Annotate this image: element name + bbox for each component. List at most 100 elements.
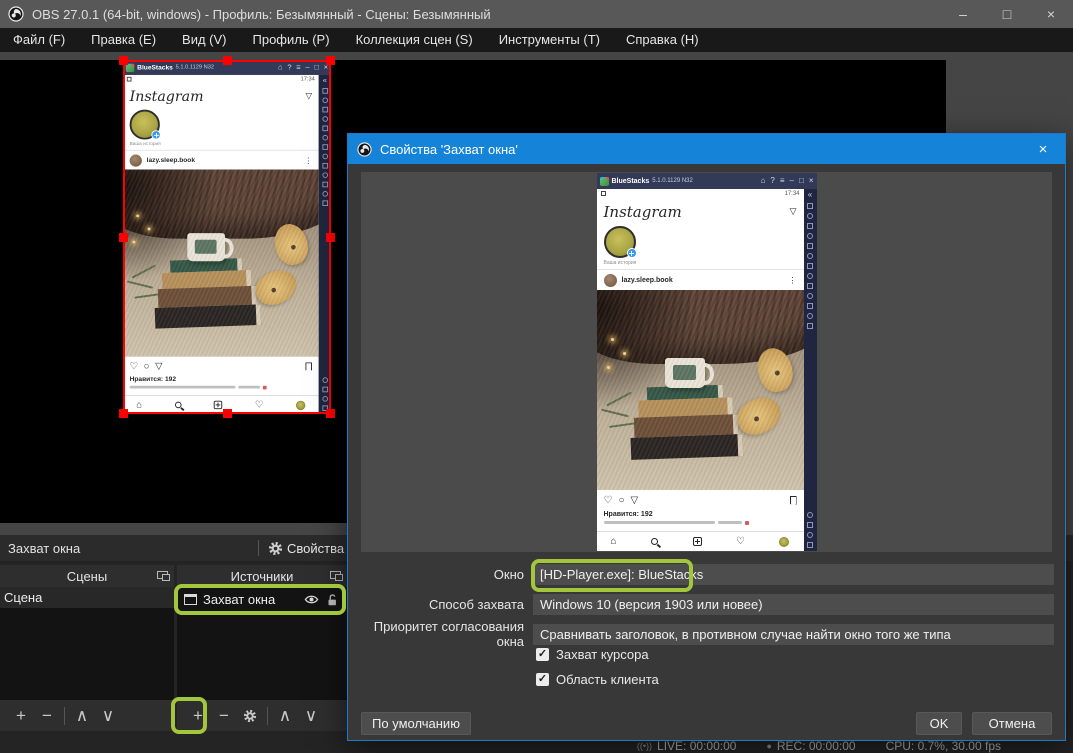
camera-icon — [601, 191, 606, 196]
home-icon: ⌂ — [761, 173, 766, 189]
source-up-button[interactable]: ∧ — [272, 700, 298, 731]
source-properties-button[interactable] — [237, 709, 263, 723]
like-icon: ♡ — [604, 496, 613, 506]
menu-profile[interactable]: Профиль (P) — [240, 28, 343, 52]
instagram-bottom-nav: ⌂ ♡ — [123, 395, 319, 414]
story-label: Ваша история — [130, 141, 312, 147]
instagram-post-photo — [123, 170, 319, 357]
remove-source-button[interactable]: − — [211, 700, 237, 731]
source-down-button[interactable]: ∨ — [298, 700, 324, 731]
scenes-toolbar: + − ∧ ∨ — [0, 700, 174, 731]
instagram-header: Instagram ▽ — [597, 198, 804, 225]
resize-handle-left[interactable] — [119, 233, 128, 242]
add-story-badge — [151, 130, 160, 139]
dock-icon[interactable] — [330, 571, 341, 579]
scenes-panel-title: Сцены — [0, 569, 174, 584]
instagram-post-header: lazy.sleep.book ⋮ — [123, 151, 319, 170]
collapse-icon: « — [323, 77, 327, 84]
activity-icon: ♡ — [736, 537, 745, 547]
instagram-action-row: ♡ ○ ▽ — [123, 357, 319, 377]
ok-button[interactable]: OK — [916, 712, 962, 735]
resize-handle-top[interactable] — [223, 56, 232, 65]
post-username: lazy.sleep.book — [147, 157, 195, 164]
dialog-close-button[interactable]: × — [1030, 141, 1056, 158]
close-button[interactable]: × — [1029, 0, 1073, 28]
post-avatar — [130, 154, 142, 166]
bluestacks-sidebar: « — [319, 75, 331, 414]
source-preview-selection[interactable]: BlueStacks 5.1.0.1129 N32 ⌂ ? ≡ – □ × — [123, 60, 331, 414]
menu-scene-collection[interactable]: Коллекция сцен (S) — [343, 28, 486, 52]
post-caption — [123, 383, 319, 391]
post-menu-icon: ⋮ — [304, 156, 312, 164]
comment-icon: ○ — [144, 362, 150, 371]
capture-method-select[interactable]: Windows 10 (версия 1903 или новее) — [533, 594, 1054, 615]
defaults-button[interactable]: По умолчанию — [361, 712, 471, 735]
window-select[interactable]: [HD-Player.exe]: BlueStacks — [533, 564, 1054, 585]
capture-cursor-checkbox[interactable]: ✓ Захват курсора — [536, 646, 649, 662]
dock-icon[interactable] — [157, 571, 168, 579]
activity-icon: ♡ — [255, 400, 263, 409]
resize-handle-right[interactable] — [326, 233, 335, 242]
maximize-icon: □ — [799, 173, 804, 189]
search-icon — [651, 538, 658, 545]
bluestacks-capture-preview: BlueStacks 5.1.0.1129 N32 ⌂ ? ≡ – □ × — [123, 60, 331, 414]
menu-view[interactable]: Вид (V) — [169, 28, 239, 52]
menu-edit[interactable]: Правка (E) — [78, 28, 169, 52]
bluestacks-title-bar: BlueStacks 5.1.0.1129 N32 ⌂ ? ≡ – □ × — [597, 173, 817, 189]
window-controls: – □ × — [941, 0, 1073, 28]
cpu-fps-stats: CPU: 0.7%, 30.00 fps — [886, 739, 1001, 753]
scenes-panel-header: Сцены — [0, 565, 174, 587]
capture-method-row: Способ захвата Windows 10 (версия 1903 и… — [361, 593, 1054, 615]
scene-up-button[interactable]: ∧ — [69, 700, 95, 731]
menu-file[interactable]: Файл (F) — [0, 28, 78, 52]
add-source-button[interactable]: + — [185, 700, 211, 731]
resize-handle-top-right[interactable] — [326, 56, 335, 65]
minimize-icon: – — [305, 60, 309, 75]
menu-help[interactable]: Справка (H) — [613, 28, 712, 52]
instagram-stories-row: Ваша история — [597, 225, 804, 269]
client-area-checkbox[interactable]: ✓ Область клиента — [536, 671, 659, 687]
visibility-eye-icon[interactable] — [304, 592, 319, 607]
story-avatar — [604, 226, 636, 258]
resize-handle-bottom-right[interactable] — [326, 409, 335, 418]
menu-bar: Файл (F) Правка (E) Вид (V) Профиль (P) … — [0, 28, 1073, 52]
sources-toolbar: + − ∧ ∨ — [177, 700, 347, 731]
add-scene-button[interactable]: + — [8, 700, 34, 731]
scene-down-button[interactable]: ∨ — [95, 700, 121, 731]
remove-scene-button[interactable]: − — [34, 700, 60, 731]
scenes-panel: Сцены Сцена — [0, 565, 174, 700]
new-post-icon — [214, 401, 223, 409]
match-priority-select[interactable]: Сравнивать заголовок, в противном случае… — [533, 624, 1054, 645]
window-capture-icon — [184, 594, 197, 605]
help-icon: ? — [287, 60, 291, 75]
minimize-button[interactable]: – — [941, 0, 985, 28]
cancel-button[interactable]: Отмена — [972, 712, 1052, 735]
bluestacks-title: BlueStacks — [612, 178, 650, 185]
dialog-capture-preview: BlueStacks 5.1.0.1129 N32 ⌂ ? ≡ – □ × — [361, 172, 1052, 552]
window-title: OBS 27.0.1 (64-bit, windows) - Профиль: … — [32, 7, 491, 22]
checkbox-check-icon: ✓ — [536, 673, 549, 686]
clock-text: 17:34 — [301, 76, 315, 82]
dialog-title: Свойства 'Захват окна' — [380, 142, 518, 157]
resize-handle-bottom[interactable] — [223, 409, 232, 418]
story-avatar — [130, 110, 160, 140]
properties-button[interactable]: Свойства — [268, 541, 344, 556]
post-username: lazy.sleep.book — [622, 277, 673, 284]
sources-panel-header: Источники — [177, 565, 347, 587]
instagram-action-row: ♡ ○ ▽ — [597, 490, 804, 511]
bluestacks-version: 5.1.0.1129 N32 — [176, 65, 214, 71]
scene-list-item[interactable]: Сцена — [0, 587, 174, 608]
home-icon: ⌂ — [278, 60, 283, 75]
resize-handle-bottom-left[interactable] — [119, 409, 128, 418]
instagram-post-photo — [597, 290, 804, 490]
source-list-item[interactable]: Захват окна — [177, 587, 347, 612]
instagram-post-header: lazy.sleep.book ⋮ — [597, 270, 804, 290]
collapse-icon: « — [808, 191, 812, 199]
lock-icon[interactable] — [325, 593, 339, 607]
gear-icon — [243, 709, 257, 723]
instagram-logo: Instagram — [130, 88, 204, 105]
divider — [258, 540, 259, 556]
resize-handle-top-left[interactable] — [119, 56, 128, 65]
menu-tools[interactable]: Инструменты (T) — [486, 28, 613, 52]
maximize-button[interactable]: □ — [985, 0, 1029, 28]
